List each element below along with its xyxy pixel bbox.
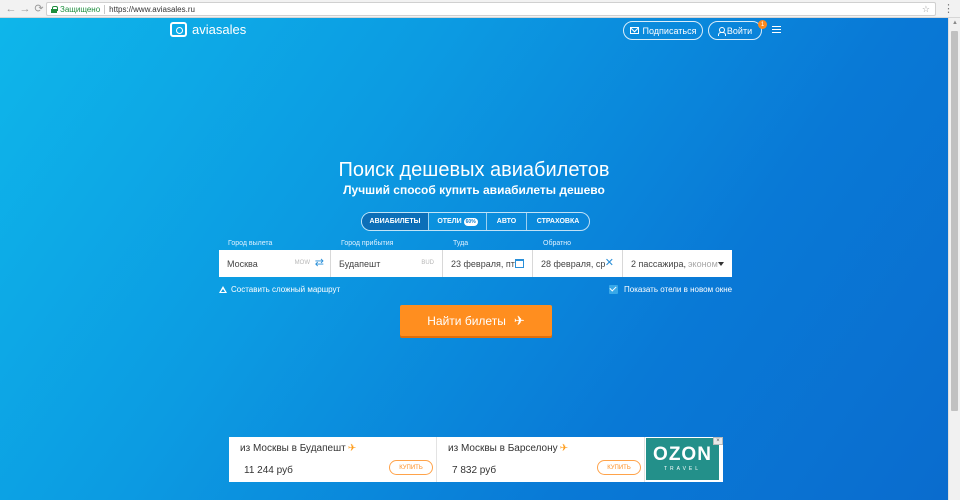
notification-badge: 1	[758, 20, 767, 29]
subscribe-button[interactable]: Подписаться	[623, 21, 703, 40]
passengers-field[interactable]: 2 пассажира, эконом	[623, 250, 732, 277]
chevron-down-icon[interactable]	[718, 262, 724, 266]
checkbox-checked-icon[interactable]	[609, 285, 618, 294]
page-content: aviasales Подписаться Войти 1 Поиск деше…	[0, 18, 948, 500]
login-label: Войти	[726, 25, 753, 36]
logo[interactable]: aviasales	[170, 22, 246, 37]
deal-price: 7 832 руб	[452, 465, 497, 476]
ad-close-icon[interactable]: ×	[713, 437, 723, 445]
vertical-scrollbar[interactable]: ▲	[948, 18, 960, 500]
route-icon	[219, 286, 227, 293]
ozon-travel-logo[interactable]: OZON TRAVEL	[646, 438, 719, 480]
address-bar[interactable]: Защищено https://www.aviasales.ru ☆	[46, 2, 936, 16]
deal-title: из Москвы в Будапешт ✈	[240, 443, 356, 454]
depart-label: Туда	[453, 240, 469, 247]
browser-menu-icon[interactable]: ⋮	[943, 1, 954, 17]
hamburger-menu-icon[interactable]	[772, 26, 781, 33]
tab-hotels-label: ОТЕЛИ	[437, 218, 462, 225]
lock-icon	[51, 5, 58, 13]
search-button[interactable]: Найти билеты ✈	[400, 305, 552, 336]
depart-date-value: 23 февраля, пт	[451, 258, 515, 269]
user-icon	[717, 26, 726, 36]
deal-title: из Москвы в Барселону ✈	[448, 443, 568, 454]
origin-label: Город вылета	[228, 240, 273, 247]
deal-title-text: из Москвы в Барселону	[448, 443, 558, 454]
forward-arrow-icon[interactable]: →	[18, 0, 32, 18]
depart-date-field[interactable]: 23 февраля, пт	[443, 250, 533, 277]
calendar-icon[interactable]	[515, 259, 524, 268]
deal-price: 11 244 руб	[244, 465, 293, 476]
page-subtitle: Лучший способ купить авиабилеты дешево	[343, 183, 605, 197]
origin-code: MOW	[294, 260, 310, 266]
tab-insurance-label: СТРАХОВКА	[536, 218, 580, 225]
address-divider	[104, 4, 106, 14]
buy-button[interactable]: КУПИТЬ	[389, 460, 433, 475]
back-arrow-icon[interactable]: ←	[4, 0, 18, 18]
destination-field[interactable]: Будапешт BUD	[331, 250, 443, 277]
reload-icon[interactable]: ⟳	[32, 0, 46, 18]
logo-icon	[170, 22, 187, 37]
airplane-icon: ✈	[347, 443, 357, 454]
cabin-class-value: эконом	[687, 258, 718, 269]
envelope-icon	[629, 27, 639, 34]
discount-badge: 60%	[463, 217, 478, 226]
url-text[interactable]: https://www.aviasales.ru	[109, 5, 195, 14]
search-button-label: Найти билеты	[427, 313, 506, 328]
login-button[interactable]: Войти	[708, 21, 762, 40]
subscribe-label: Подписаться	[642, 25, 697, 36]
page-title: Поиск дешевых авиабилетов	[338, 159, 610, 181]
clear-icon[interactable]: ✕	[605, 257, 614, 269]
ozon-brand-text: OZON	[653, 444, 712, 465]
deal-title-text: из Москвы в Будапешт	[240, 443, 346, 454]
return-label: Обратно	[543, 240, 572, 247]
deals-banner: из Москвы в Будапешт ✈ 11 244 руб КУПИТЬ …	[229, 437, 723, 482]
scroll-up-arrow-icon[interactable]: ▲	[952, 20, 958, 26]
deal-card[interactable]: из Москвы в Барселону ✈ 7 832 руб КУПИТЬ	[437, 437, 645, 482]
tab-hotels[interactable]: ОТЕЛИ 60%	[428, 213, 486, 230]
tab-flights[interactable]: АВИАБИЛЕТЫ	[362, 213, 428, 230]
secure-label: Защищено	[60, 4, 101, 14]
browser-toolbar: ← → ⟳ Защищено https://www.aviasales.ru …	[0, 0, 960, 18]
destination-value: Будапешт	[339, 258, 381, 269]
airplane-icon: ✈	[559, 443, 569, 454]
buy-button[interactable]: КУПИТЬ	[597, 460, 641, 475]
tab-auto[interactable]: АВТО	[486, 213, 526, 230]
bookmark-star-icon[interactable]: ☆	[922, 3, 930, 15]
tab-auto-label: АВТО	[496, 218, 517, 225]
airplane-icon: ✈	[513, 312, 525, 328]
return-date-value: 28 февраля, ср	[541, 258, 606, 269]
scrollbar-thumb[interactable]	[951, 31, 958, 411]
logo-text: aviasales	[192, 22, 247, 37]
search-tabs: АВИАБИЛЕТЫ ОТЕЛИ 60% АВТО СТРАХОВКА	[361, 212, 590, 231]
complex-route-link[interactable]: Составить сложный маршрут	[219, 285, 340, 294]
swap-arrows-icon[interactable]: ⇄	[315, 257, 324, 269]
destination-code: BUD	[421, 260, 434, 266]
complex-route-label: Составить сложный маршрут	[231, 285, 341, 294]
tab-insurance[interactable]: СТРАХОВКА	[526, 213, 589, 230]
search-form: Москва MOW ⇄ Будапешт BUD 23 февраля, пт…	[219, 250, 732, 277]
return-date-field[interactable]: 28 февраля, ср ✕	[533, 250, 623, 277]
passengers-value: 2 пассажира,	[631, 258, 686, 269]
ozon-brand-subtext: TRAVEL	[663, 466, 702, 472]
origin-field[interactable]: Москва MOW ⇄	[219, 250, 331, 277]
origin-value: Москва	[227, 258, 258, 269]
deal-card[interactable]: из Москвы в Будапешт ✈ 11 244 руб КУПИТЬ	[229, 437, 437, 482]
hotels-new-window-option[interactable]: Показать отели в новом окне	[609, 285, 732, 294]
tab-flights-label: АВИАБИЛЕТЫ	[369, 218, 421, 225]
hotels-new-window-label: Показать отели в новом окне	[624, 285, 733, 294]
destination-label: Город прибытия	[341, 240, 394, 247]
